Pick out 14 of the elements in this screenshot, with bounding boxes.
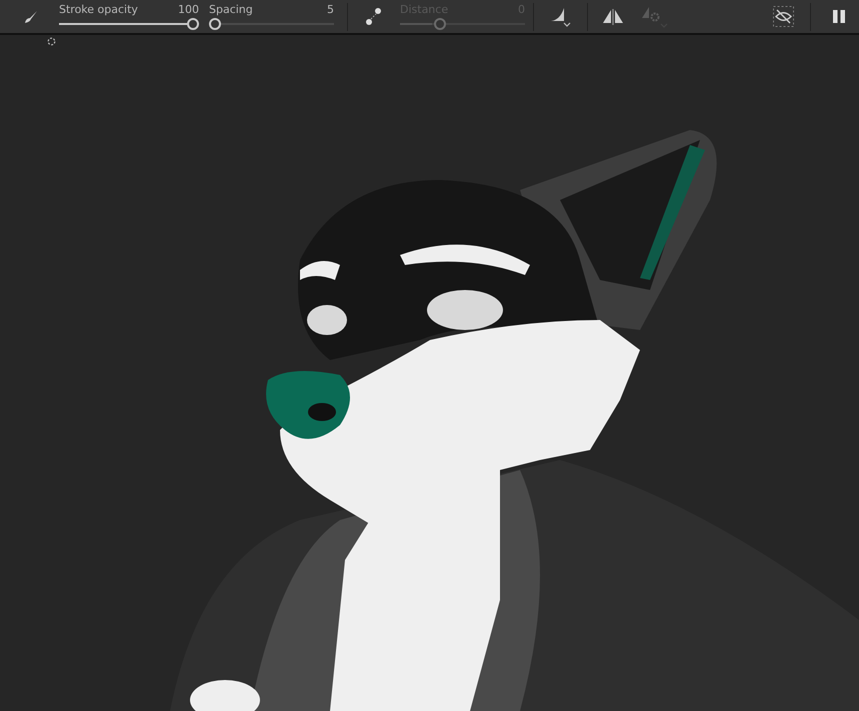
hidden-eye-icon[interactable]: [773, 6, 794, 27]
slider-thumb[interactable]: [209, 18, 221, 30]
slider-thumb[interactable]: [187, 18, 199, 30]
slider-track[interactable]: [209, 18, 334, 30]
pause-icon[interactable]: [833, 10, 845, 23]
mirror-symmetry-icon[interactable]: [602, 8, 624, 24]
slider-track[interactable]: [59, 18, 199, 30]
scatter-icon[interactable]: [365, 8, 383, 26]
slider-track[interactable]: [400, 18, 525, 30]
slider-value: 5: [327, 3, 334, 16]
slider-label: Stroke opacity: [59, 3, 138, 16]
slider-value: 100: [178, 3, 199, 16]
slider-label: Spacing: [209, 3, 253, 16]
gizmo-icon: [47, 37, 56, 46]
